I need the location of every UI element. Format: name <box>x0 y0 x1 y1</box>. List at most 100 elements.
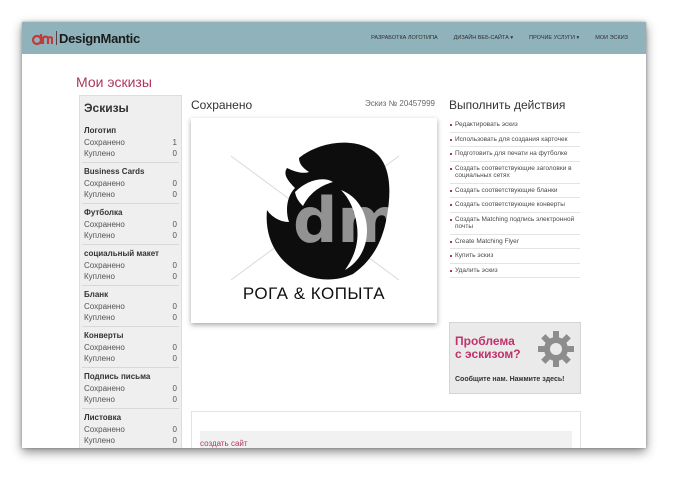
action-social-headers[interactable]: Создать соответствующие заголовки в соци… <box>450 162 580 184</box>
bought-row[interactable]: Куплено 0 <box>84 395 177 406</box>
main-nav: РАЗРАБОТКА ЛОГОТИПА ДИЗАЙН ВЕБ-САЙТА ▾ П… <box>355 22 628 54</box>
bought-count: 0 <box>172 312 177 322</box>
saved-count: 1 <box>172 138 177 147</box>
sidebar-group-logo: Логотип Сохранено 1 Куплено 0 <box>84 126 177 159</box>
create-site-link[interactable]: создать сайт <box>200 439 248 448</box>
dm-logo-icon <box>31 34 53 46</box>
bought-count: 0 <box>172 394 177 404</box>
bought-label: Куплено <box>84 394 115 404</box>
bought-label: Куплено <box>84 271 115 281</box>
bought-row[interactable]: Куплено 0 <box>84 354 177 365</box>
saved-count: 0 <box>172 220 177 229</box>
brand-name: РОГА & КОПЫТА <box>242 284 386 303</box>
action-flyer[interactable]: Create Matching Flyer <box>450 235 580 249</box>
actions-heading: Выполнить действия <box>449 98 566 112</box>
browser-frame: DesignMantic РАЗРАБОТКА ЛОГОТИПА ДИЗАЙН … <box>22 22 646 448</box>
sidebar-group-flyer: Листовка Сохранено 0 Куплено 0 <box>84 413 177 446</box>
nav-my-sketches[interactable]: МОИ ЭСКИЗ <box>595 35 628 41</box>
actions-list: Редактировать эскиз Использовать для соз… <box>450 118 580 278</box>
bottom-panel: создать сайт <box>191 411 581 448</box>
sidebar-divider <box>82 326 179 327</box>
nav-web-design[interactable]: ДИЗАЙН ВЕБ-САЙТА ▾ <box>454 35 514 41</box>
action-edit-sketch[interactable]: Редактировать эскиз <box>450 118 580 133</box>
bought-label: Куплено <box>84 148 115 158</box>
group-name[interactable]: Футболка <box>84 208 177 220</box>
saved-heading: Сохранено <box>191 98 253 112</box>
saved-row[interactable]: Сохранено 0 <box>84 302 177 313</box>
sidebar: Эскизы Логотип Сохранено 1 Куплено 0 Busin… <box>79 95 182 448</box>
bought-label: Куплено <box>84 312 115 322</box>
banner-line-2: с эскизом? <box>455 347 521 361</box>
bought-row[interactable]: Куплено 0 <box>84 272 177 283</box>
logo[interactable]: DesignMantic <box>31 29 140 47</box>
bought-count: 0 <box>172 271 177 281</box>
bought-label: Куплено <box>84 435 115 445</box>
bought-count: 0 <box>172 148 177 158</box>
action-envelopes[interactable]: Создать соответствующие конверты <box>450 198 580 213</box>
saved-label: Сохранено <box>84 425 125 434</box>
saved-row[interactable]: Сохранено 0 <box>84 179 177 190</box>
sketch-number: Эскиз № 20457999 <box>365 99 436 108</box>
sidebar-divider <box>82 367 179 368</box>
group-name[interactable]: Логотип <box>84 126 177 138</box>
svg-text:dm: dm <box>293 184 402 257</box>
nav-other-services[interactable]: ПРОЧИЕ УСЛУГИ ▾ <box>529 35 579 41</box>
page-title: Мои эскизы <box>76 74 152 90</box>
saved-row[interactable]: Сохранено 0 <box>84 261 177 272</box>
saved-label: Сохранено <box>84 384 125 393</box>
bought-row[interactable]: Куплено 0 <box>84 436 177 447</box>
problem-banner[interactable]: Проблема с эскизом? Сообщите нам. Нажмит… <box>449 322 581 394</box>
bought-label: Куплено <box>84 230 115 240</box>
action-prepare-tshirt[interactable]: Подготовить для печати на футболке <box>450 147 580 162</box>
sidebar-group-tshirt: Футболка Сохранено 0 Куплено 0 <box>84 208 177 241</box>
group-name[interactable]: Бланк <box>84 290 177 302</box>
nav-logo-design[interactable]: РАЗРАБОТКА ЛОГОТИПА <box>371 35 438 41</box>
group-name[interactable]: Конверты <box>84 331 177 343</box>
bought-row[interactable]: Куплено 0 <box>84 313 177 324</box>
bought-label: Куплено <box>84 189 115 199</box>
sidebar-divider <box>82 203 179 204</box>
sidebar-divider <box>82 244 179 245</box>
saved-count: 0 <box>172 261 177 270</box>
bought-count: 0 <box>172 353 177 363</box>
saved-row[interactable]: Сохранено 0 <box>84 384 177 395</box>
saved-count: 0 <box>172 302 177 311</box>
bought-row[interactable]: Куплено 0 <box>84 190 177 201</box>
group-name[interactable]: Business Cards <box>84 167 177 179</box>
bought-label: Куплено <box>84 353 115 363</box>
action-use-for-cards[interactable]: Использовать для создания карточек <box>450 133 580 147</box>
group-name[interactable]: Подпись письма <box>84 372 177 384</box>
saved-label: Сохранено <box>84 138 125 147</box>
action-letterheads[interactable]: Создать соответствующие бланки <box>450 184 580 198</box>
saved-row[interactable]: Сохранено 0 <box>84 425 177 436</box>
action-email-signature[interactable]: Создать Matching подпись электронной поч… <box>450 213 580 235</box>
saved-row[interactable]: Сохранено 1 <box>84 138 177 149</box>
action-buy-sketch[interactable]: Купить эскиз <box>450 249 580 264</box>
saved-count: 0 <box>172 179 177 188</box>
sidebar-divider <box>82 285 179 286</box>
bought-row[interactable]: Куплено 0 <box>84 231 177 242</box>
sketch-preview[interactable]: dm РОГА & КОПЫТА <box>191 118 437 323</box>
group-name[interactable]: Листовка <box>84 413 177 425</box>
saved-row[interactable]: Сохранено 0 <box>84 343 177 354</box>
banner-cta: Сообщите нам. Нажмите здесь! <box>455 376 565 383</box>
group-name[interactable]: социальный макет <box>84 249 177 261</box>
saved-label: Сохранено <box>84 261 125 270</box>
action-delete-sketch[interactable]: Удалить эскиз <box>450 264 580 278</box>
bought-row[interactable]: Куплено 0 <box>84 149 177 160</box>
bottom-inner <box>200 431 572 448</box>
banner-headline: Проблема с эскизом? <box>455 335 521 361</box>
sidebar-group-business-cards: Business Cards Сохранено 0 Куплено 0 <box>84 167 177 200</box>
sidebar-title: Эскизы <box>84 101 129 115</box>
sidebar-group-envelopes: Конверты Сохранено 0 Куплено 0 <box>84 331 177 364</box>
sidebar-divider <box>82 162 179 163</box>
gear-icon <box>538 331 574 367</box>
logo-separator <box>56 31 57 45</box>
saved-row[interactable]: Сохранено 0 <box>84 220 177 231</box>
saved-count: 0 <box>172 425 177 434</box>
bought-count: 0 <box>172 435 177 445</box>
sidebar-divider <box>82 408 179 409</box>
sidebar-group-social: социальный макет Сохранено 0 Куплено 0 <box>84 249 177 282</box>
bought-count: 0 <box>172 230 177 240</box>
saved-label: Сохранено <box>84 343 125 352</box>
